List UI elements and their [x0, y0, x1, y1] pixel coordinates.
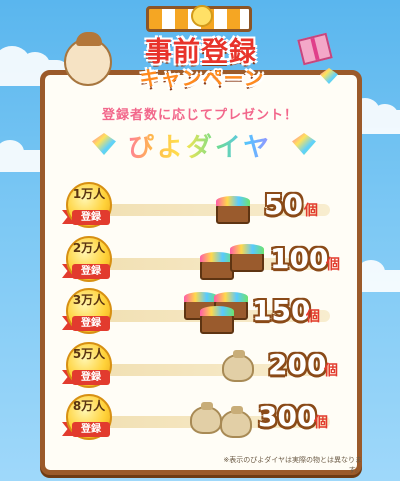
reward-unit: 個 [326, 257, 340, 273]
milestone-row: 8万人 登録 300 個 [0, 392, 400, 456]
milestone-label: 登録 [72, 210, 110, 225]
reward-amount: 150 [252, 294, 311, 327]
reward-name: ぴよダイヤ [120, 127, 280, 164]
reward-amount: 100 [270, 242, 329, 275]
reward-unit: 個 [324, 363, 338, 379]
milestone-count: 1万人 [72, 187, 106, 201]
milestone-label: 登録 [72, 370, 110, 385]
milestone-label: 登録 [72, 316, 110, 331]
chick-icon [191, 5, 213, 27]
milestone-count: 5万人 [72, 347, 106, 361]
page-subtitle: キャンペーン [139, 66, 265, 90]
reward-amount: 300 [258, 400, 317, 433]
reward-amount: 200 [268, 348, 327, 381]
milestone-count: 8万人 [72, 399, 106, 413]
reward-unit: 個 [314, 415, 328, 431]
footnote: ※表示のぴよダイヤは実際の物とは異なります。 [223, 456, 362, 474]
reward-unit: 個 [304, 203, 318, 219]
reward-unit: 個 [306, 309, 320, 325]
reward-amount: 50 [264, 188, 303, 221]
milestone-label: 登録 [72, 422, 110, 437]
checkered-banner [146, 5, 252, 32]
milestone-label: 登録 [72, 264, 110, 279]
reward-description: 登録者数に応じてプレゼント！ [101, 108, 298, 123]
milestone-count: 3万人 [72, 293, 106, 307]
milestone-count: 2万人 [72, 241, 106, 255]
gift-box-icon [297, 32, 333, 66]
